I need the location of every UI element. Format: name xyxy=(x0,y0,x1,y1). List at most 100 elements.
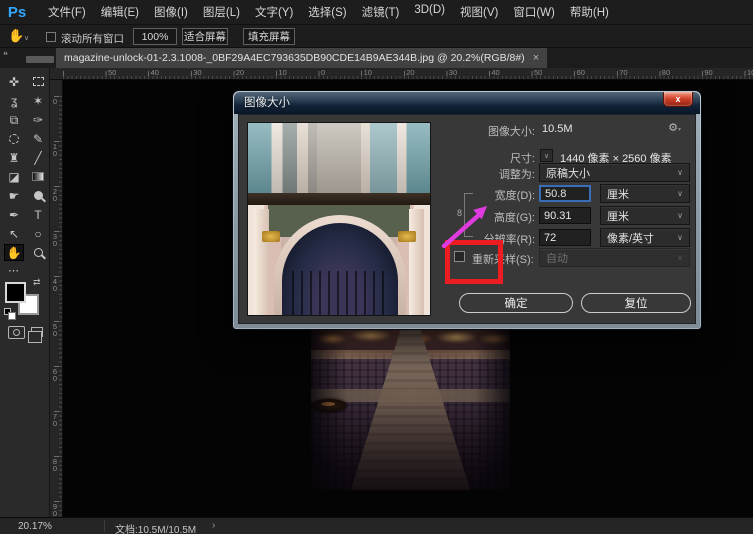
resolution-input[interactable] xyxy=(539,229,591,246)
tools-panel: ✜ ʓ✶⧉✑ ✎♜╱◪ ☛ ✒T↖○✋ ⋯ ⇄ xyxy=(0,68,50,534)
vruler-label: 0 xyxy=(52,98,58,105)
smudge-tool[interactable]: ☛ xyxy=(4,187,24,204)
dodge-tool-icon xyxy=(34,191,43,200)
vruler-label: 20 xyxy=(52,188,58,202)
hruler-label: 40 xyxy=(151,68,159,77)
default-colors-icon[interactable] xyxy=(4,308,11,315)
path-selection-tool[interactable]: ↖ xyxy=(4,225,24,242)
menu-item-7[interactable]: 3D(D) xyxy=(414,4,445,20)
hruler-label: 100 xyxy=(747,68,753,77)
scroll-all-windows-checkbox[interactable] xyxy=(46,32,56,42)
width-input[interactable] xyxy=(539,185,591,202)
vruler-label: 30 xyxy=(52,233,58,247)
dodge-tool[interactable] xyxy=(28,187,48,204)
healing-brush-tool-icon xyxy=(9,134,19,144)
resolution-unit-dropdown[interactable]: 像素/英寸 ∨ xyxy=(600,228,690,247)
height-input[interactable] xyxy=(539,207,591,224)
dimensions-chevron[interactable]: ∨ xyxy=(540,149,553,162)
rectangular-marquee-tool[interactable] xyxy=(28,73,48,90)
preview-gold-capital xyxy=(262,231,280,242)
tab-close-icon[interactable]: × xyxy=(533,52,539,64)
scroll-all-windows-label: 滚动所有窗口 xyxy=(61,31,124,46)
eraser-tool[interactable]: ◪ xyxy=(4,168,24,185)
preview-cornice xyxy=(248,193,430,205)
fit-to-dropdown[interactable]: 原稿大小 ∨ xyxy=(539,163,690,182)
hruler-label: 10 xyxy=(364,68,372,77)
vruler-label: 60 xyxy=(52,368,58,382)
horizontal-ruler[interactable]: 50403020100102030405060708090100 xyxy=(50,68,753,80)
pencil-tool[interactable]: ✎ xyxy=(28,130,48,147)
menu-item-1[interactable]: 编辑(E) xyxy=(101,4,139,20)
chevron-down-icon: ∨ xyxy=(677,189,683,198)
clone-stamp-tool[interactable]: ♜ xyxy=(4,149,24,166)
image-size-value: 10.5M xyxy=(542,123,573,135)
menu-item-2[interactable]: 图像(I) xyxy=(154,4,188,20)
edit-toolbar-icon[interactable]: ⋯ xyxy=(8,264,20,277)
eyedropper-tool[interactable]: ✑ xyxy=(28,111,48,128)
hand-tool-icon: ✋ xyxy=(8,28,24,44)
zoom-percent-field[interactable]: 100% xyxy=(133,28,177,45)
vertical-ruler[interactable]: 0102030405060708090 xyxy=(50,80,63,517)
reset-button[interactable]: 复位 xyxy=(581,293,691,313)
vruler-label: 10 xyxy=(52,143,58,157)
type-tool[interactable]: T xyxy=(28,206,48,223)
foreground-color-swatch[interactable] xyxy=(5,282,26,303)
menu-item-3[interactable]: 图层(L) xyxy=(203,4,240,20)
menu-item-5[interactable]: 选择(S) xyxy=(308,4,346,20)
dialog-close-button[interactable]: x xyxy=(663,92,693,107)
preview-gold-capital xyxy=(398,231,416,242)
vruler-label: 50 xyxy=(52,323,58,337)
ellipse-tool[interactable]: ○ xyxy=(28,225,48,242)
quick-mask-icon[interactable] xyxy=(8,326,25,339)
status-zoom-level[interactable]: 20.17% xyxy=(18,521,52,532)
dialog-options-gear-icon[interactable]: ⚙▾ xyxy=(668,121,681,134)
zoom-tool[interactable] xyxy=(28,244,48,261)
chevron-down-icon: ∨ xyxy=(677,211,683,220)
gradient-tool[interactable] xyxy=(28,168,48,185)
status-expander-icon[interactable]: › xyxy=(212,520,215,531)
menu-item-8[interactable]: 视图(V) xyxy=(460,4,498,20)
collapse-panel-icon[interactable]: ❝ xyxy=(3,50,8,61)
dialog-preview-image[interactable] xyxy=(247,122,431,316)
hruler-label: 40 xyxy=(491,68,499,77)
healing-brush-tool[interactable] xyxy=(4,130,24,147)
quick-selection-tool[interactable]: ✶ xyxy=(28,92,48,109)
document-tab-title: magazine-unlock-01-2.3.1008-_0BF29A4EC79… xyxy=(64,52,525,64)
document-tab[interactable]: magazine-unlock-01-2.3.1008-_0BF29A4EC79… xyxy=(56,48,547,68)
gradient-tool-icon xyxy=(32,172,44,181)
resample-dropdown: 自动 ∨ xyxy=(539,248,690,267)
tools-grid: ✜ ʓ✶⧉✑ ✎♜╱◪ ☛ ✒T↖○✋ xyxy=(0,73,50,273)
tool-preset-chevron-icon[interactable]: ∨ xyxy=(24,34,29,42)
fill-screen-button[interactable]: 填充屏幕 xyxy=(243,28,295,45)
menu-item-4[interactable]: 文字(Y) xyxy=(255,4,293,20)
swap-colors-icon[interactable]: ⇄ xyxy=(33,277,41,288)
height-unit-dropdown[interactable]: 厘米 ∨ xyxy=(600,206,690,225)
crop-tool[interactable]: ⧉ xyxy=(4,111,24,128)
dialog-title[interactable]: 图像大小 xyxy=(234,92,700,114)
tab-drag-chip xyxy=(26,56,54,63)
menu-item-0[interactable]: 文件(F) xyxy=(48,4,86,20)
tab-bar: ❝ magazine-unlock-01-2.3.1008-_0BF29A4EC… xyxy=(0,48,753,68)
width-unit-dropdown[interactable]: 厘米 ∨ xyxy=(600,184,690,203)
menu-item-9[interactable]: 窗口(W) xyxy=(513,4,555,20)
status-bar: 20.17% 文档:10.5M/10.5M › xyxy=(0,517,753,534)
ok-button[interactable]: 确定 xyxy=(459,293,573,313)
preview-column xyxy=(254,209,269,315)
width-unit-value: 厘米 xyxy=(607,186,629,202)
vruler-label: 80 xyxy=(52,458,58,472)
hruler-label: 20 xyxy=(236,68,244,77)
screen-mode-icon[interactable] xyxy=(31,327,43,337)
resample-value: 自动 xyxy=(546,250,568,266)
move-tool[interactable]: ✜ xyxy=(4,73,24,90)
pen-tool[interactable]: ✒ xyxy=(4,206,24,223)
menu-bar: Ps 文件(F)编辑(E)图像(I)图层(L)文字(Y)选择(S)滤镜(T)3D… xyxy=(0,0,753,25)
fit-to-value: 原稿大小 xyxy=(546,165,590,181)
brush-tool[interactable]: ╱ xyxy=(28,149,48,166)
menu-item-10[interactable]: 帮助(H) xyxy=(570,4,609,20)
lasso-tool[interactable]: ʓ xyxy=(4,92,24,109)
hand-tool[interactable]: ✋ xyxy=(4,244,24,261)
fit-screen-button[interactable]: 适合屏幕 xyxy=(182,28,228,45)
height-unit-value: 厘米 xyxy=(607,208,629,224)
menu-item-6[interactable]: 滤镜(T) xyxy=(362,4,400,20)
zoom-tool-icon xyxy=(34,248,43,257)
